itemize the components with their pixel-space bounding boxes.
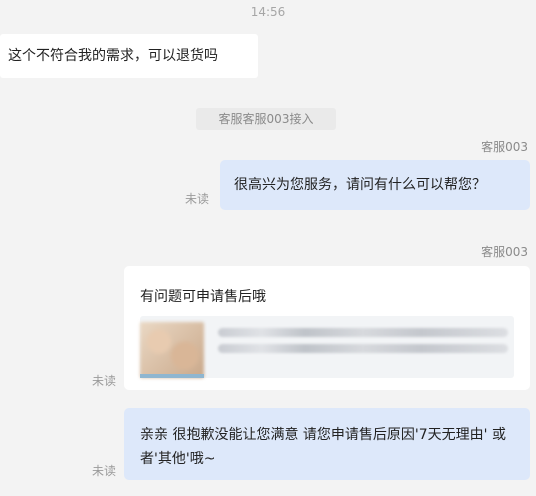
thumbnail-bar bbox=[140, 374, 204, 378]
agent-name: 客服003 bbox=[481, 140, 528, 154]
after-sales-card: 有问题可申请售后哦 bbox=[124, 266, 530, 390]
product-preview-link[interactable] bbox=[140, 316, 514, 378]
read-status: 未读 bbox=[92, 464, 117, 478]
message-timestamp: 14:56 bbox=[250, 5, 286, 19]
agent-joined-notice: 客服客服003接入 bbox=[196, 108, 336, 130]
agent-message-bubble: 亲亲 很抱歉没能让您满意 请您申请售后原因'7天无理由' 或者'其他'哦~ bbox=[124, 408, 530, 480]
card-message-text: 有问题可申请售后哦 bbox=[140, 289, 266, 305]
blurred-product-title bbox=[218, 328, 508, 337]
blurred-product-subtitle bbox=[218, 344, 508, 353]
product-thumbnail bbox=[140, 322, 204, 378]
agent-name: 客服003 bbox=[481, 245, 528, 259]
read-status: 未读 bbox=[185, 192, 210, 206]
chat-window: 14:56 这个不符合我的需求，可以退货吗 客服客服003接入 客服003 未读… bbox=[0, 0, 536, 496]
customer-message-bubble: 这个不符合我的需求，可以退货吗 bbox=[0, 34, 258, 78]
agent-message-bubble: 很高兴为您服务，请问有什么可以帮您？ bbox=[220, 160, 530, 210]
read-status: 未读 bbox=[92, 374, 117, 388]
